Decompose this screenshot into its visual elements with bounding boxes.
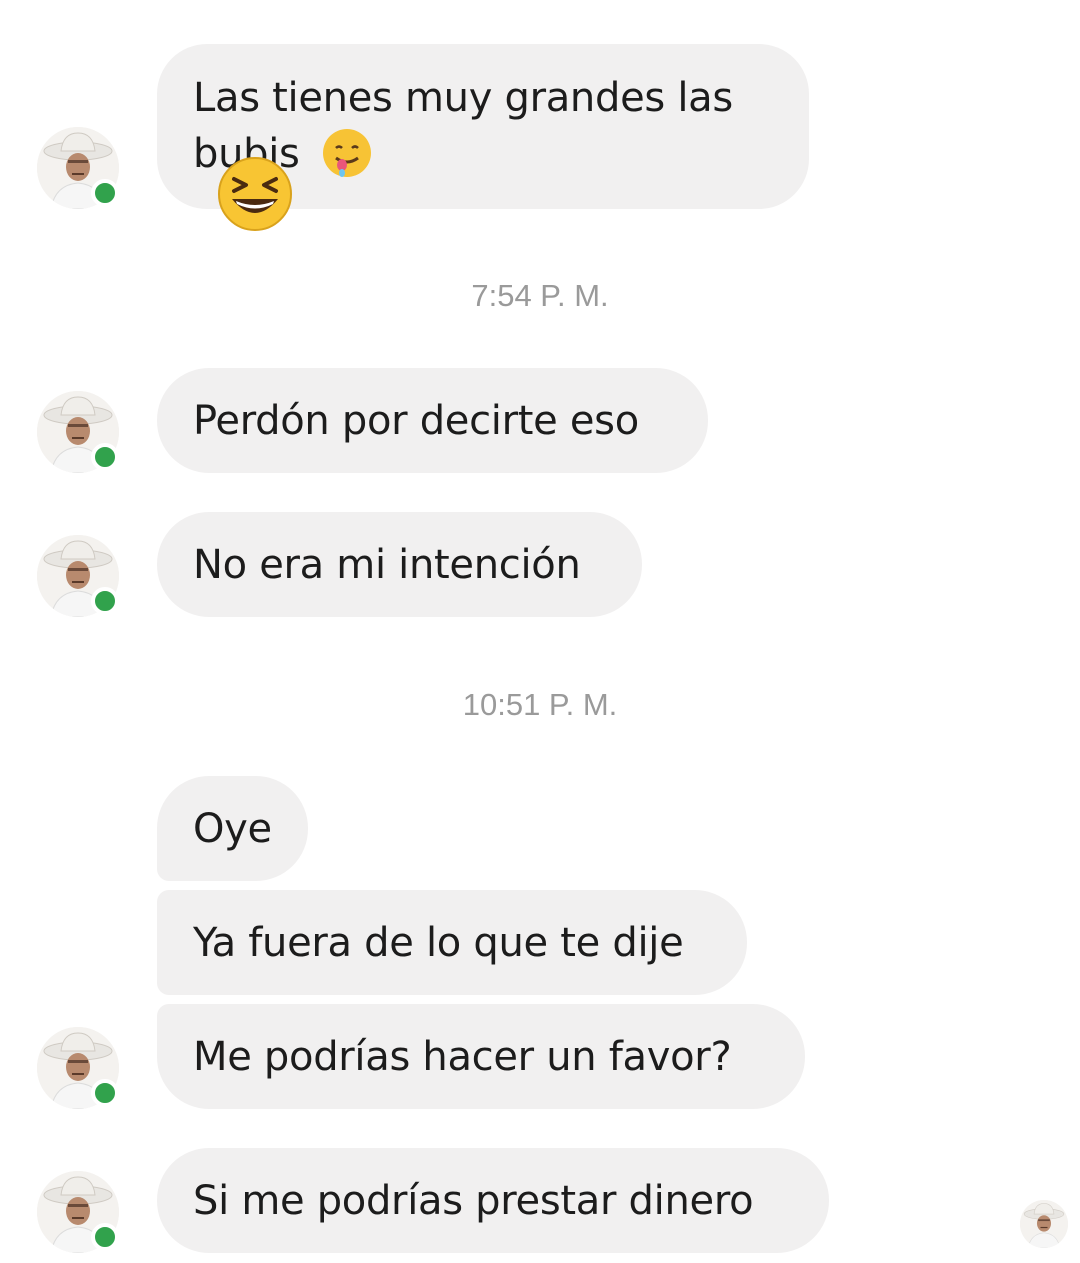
- online-status-dot: [91, 587, 119, 615]
- message-bubble[interactable]: Perdón por decirte eso: [157, 368, 708, 473]
- avatar[interactable]: [37, 391, 119, 473]
- message-bubble[interactable]: Ya fuera de lo que te dije: [157, 890, 747, 995]
- online-status-dot: [91, 1079, 119, 1107]
- avatar[interactable]: [37, 127, 119, 209]
- avatar[interactable]: [37, 535, 119, 617]
- timestamp: 7:54 P. M.: [471, 278, 609, 313]
- drooling-face-icon: [323, 129, 372, 177]
- message-bubble[interactable]: No era mi intención: [157, 512, 642, 617]
- message-text: Oye: [193, 805, 272, 852]
- avatar[interactable]: [37, 1027, 119, 1109]
- online-status-dot: [91, 179, 119, 207]
- message-text: Perdón por decirte eso: [193, 397, 639, 444]
- online-status-dot: [91, 1223, 119, 1251]
- message-bubble[interactable]: Me podrías hacer un favor?: [157, 1004, 805, 1109]
- seen-receipt-avatar: [1020, 1200, 1068, 1248]
- timestamp: 10:51 P. M.: [462, 687, 618, 722]
- message-bubble[interactable]: Si me podrías prestar dinero: [157, 1148, 829, 1253]
- message-bubble[interactable]: Oye: [157, 776, 308, 881]
- message-text: Si me podrías prestar dinero: [193, 1177, 754, 1224]
- message-text: Me podrías hacer un favor?: [193, 1033, 732, 1080]
- grinning-squinting-face-icon[interactable]: [216, 155, 294, 233]
- avatar[interactable]: [37, 1171, 119, 1253]
- message-text: Ya fuera de lo que te dije: [193, 919, 684, 966]
- online-status-dot: [91, 443, 119, 471]
- message-text: No era mi intención: [193, 541, 581, 588]
